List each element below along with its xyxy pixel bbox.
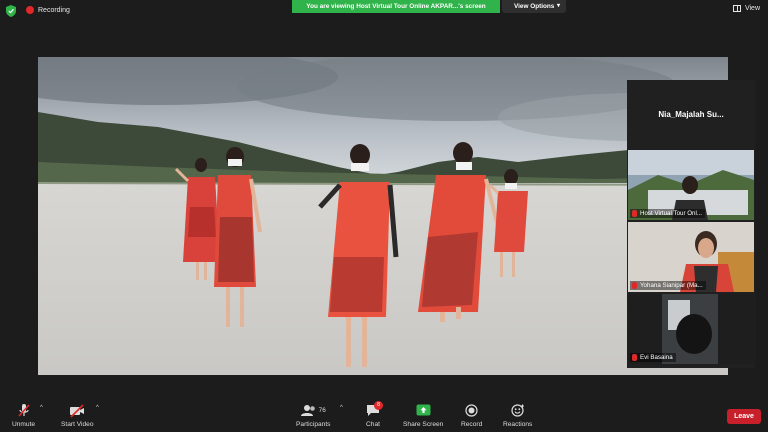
participant-label: Evi Basaina [630, 353, 676, 362]
participant-tile[interactable]: Evi Basaina [628, 294, 754, 364]
start-video-button[interactable]: Start Video [61, 403, 94, 428]
shared-video-frame [38, 57, 728, 375]
audio-options-chevron-icon[interactable]: ^ [40, 405, 43, 411]
participants-label: Participants [296, 421, 331, 428]
participant-name: Yohana Sianipar (Ma... [640, 282, 703, 289]
chat-label: Chat [366, 421, 380, 428]
view-button[interactable]: View [732, 5, 760, 12]
participants-options-chevron-icon[interactable]: ^ [340, 405, 343, 411]
participants-button[interactable]: 76 Participants [296, 403, 330, 428]
record-label: Record [461, 421, 483, 428]
view-options-label: View Options [514, 3, 555, 10]
share-screen-label: Share Screen [403, 421, 444, 428]
muted-mic-icon [632, 282, 637, 289]
participants-count: 76 [318, 407, 326, 414]
chevron-down-icon: ▾ [556, 3, 560, 9]
meeting-controls-toolbar: Unmute ^ Start Video ^ 76 Participants ^… [0, 400, 768, 432]
reactions-button[interactable]: Reactions [503, 403, 532, 428]
muted-mic-icon [632, 354, 637, 361]
start-video-label: Start Video [61, 421, 94, 428]
reactions-label: Reactions [503, 421, 533, 428]
participant-tile[interactable]: Host Virtual Tour Onl... [628, 150, 754, 220]
share-screen-button[interactable]: Share Screen [403, 403, 443, 428]
chat-icon: 8 [366, 401, 383, 418]
zoom-meeting-window: Recording You are viewing Host Virtual T… [0, 0, 768, 432]
chat-unread-badge: 8 [374, 401, 383, 410]
share-screen-icon [416, 403, 431, 418]
recording-indicator[interactable]: Recording [26, 6, 70, 14]
unmute-label: Unmute [12, 421, 36, 428]
participant-gallery-panel: Nia_Majalah Su... Host Virtual Tour Onl.… [627, 80, 755, 368]
top-bar: Recording You are viewing Host Virtual T… [0, 0, 768, 22]
screen-share-banner: You are viewing Host Virtual Tour Online… [292, 0, 500, 13]
view-options-button[interactable]: View Options ▾ [502, 0, 566, 13]
shared-screen-video [38, 57, 728, 375]
record-icon [465, 403, 478, 418]
participant-name: Evi Basaina [640, 354, 673, 361]
security-shield-icon[interactable] [6, 5, 16, 17]
active-speaker-name: Nia_Majalah Su... [658, 110, 724, 119]
recording-dot-icon [26, 6, 34, 14]
record-button[interactable]: Record [461, 403, 482, 428]
participant-tile[interactable]: Yohana Sianipar (Ma... [628, 222, 754, 292]
view-label: View [744, 5, 760, 12]
participant-label: Host Virtual Tour Onl... [630, 209, 706, 218]
participant-name: Host Virtual Tour Onl... [640, 210, 703, 217]
layout-view-icon [732, 5, 741, 12]
participants-icon: 76 [300, 403, 326, 418]
reactions-icon [511, 403, 525, 418]
chat-button[interactable]: 8 Chat [366, 401, 383, 428]
muted-mic-icon [632, 210, 637, 217]
video-off-icon [69, 403, 85, 418]
recording-label: Recording [38, 6, 70, 14]
participant-label: Yohana Sianipar (Ma... [630, 281, 706, 290]
video-options-chevron-icon[interactable]: ^ [96, 405, 99, 411]
leave-meeting-button[interactable]: Leave [727, 409, 761, 424]
microphone-muted-icon [17, 403, 31, 418]
unmute-button[interactable]: Unmute [12, 403, 35, 428]
